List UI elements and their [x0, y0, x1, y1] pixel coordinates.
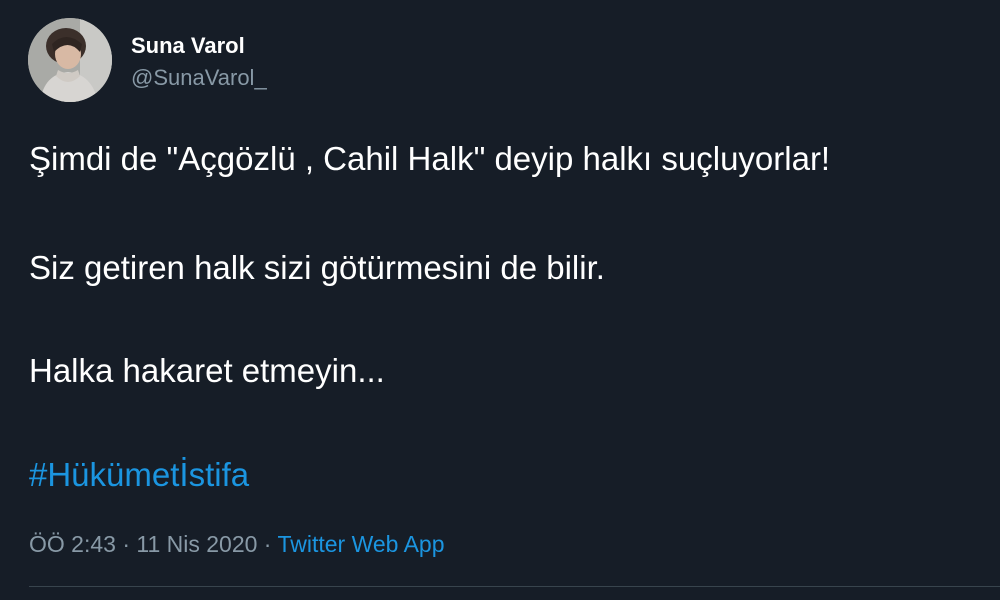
avatar-photo [28, 18, 112, 102]
user-handle[interactable]: @SunaVarol_ [131, 65, 267, 91]
divider [29, 586, 1000, 587]
tweet-paragraph-2: Siz getiren halk sizi götürmesini de bil… [29, 249, 605, 286]
tweet-card: Suna Varol @SunaVarol_ Şimdi de "Açgözlü… [0, 0, 1000, 600]
hashtag-link[interactable]: #Hükümetİstifa [29, 455, 249, 495]
display-name[interactable]: Suna Varol [131, 33, 267, 59]
tweet-paragraph-1: Şimdi de "Açgözlü , Cahil Halk" deyip ha… [29, 140, 831, 177]
tweet-paragraph-3: Halka hakaret etmeyin... [29, 352, 385, 389]
source-link[interactable]: Twitter Web App [277, 531, 444, 557]
avatar[interactable] [28, 18, 112, 102]
tweet-header: Suna Varol @SunaVarol_ [28, 18, 267, 102]
tweet-meta: ÖÖ 2:43 · 11 Nis 2020 · Twitter Web App [29, 529, 445, 559]
timestamp[interactable]: ÖÖ 2:43 · 11 Nis 2020 · [29, 531, 277, 557]
author-block: Suna Varol @SunaVarol_ [131, 33, 267, 91]
